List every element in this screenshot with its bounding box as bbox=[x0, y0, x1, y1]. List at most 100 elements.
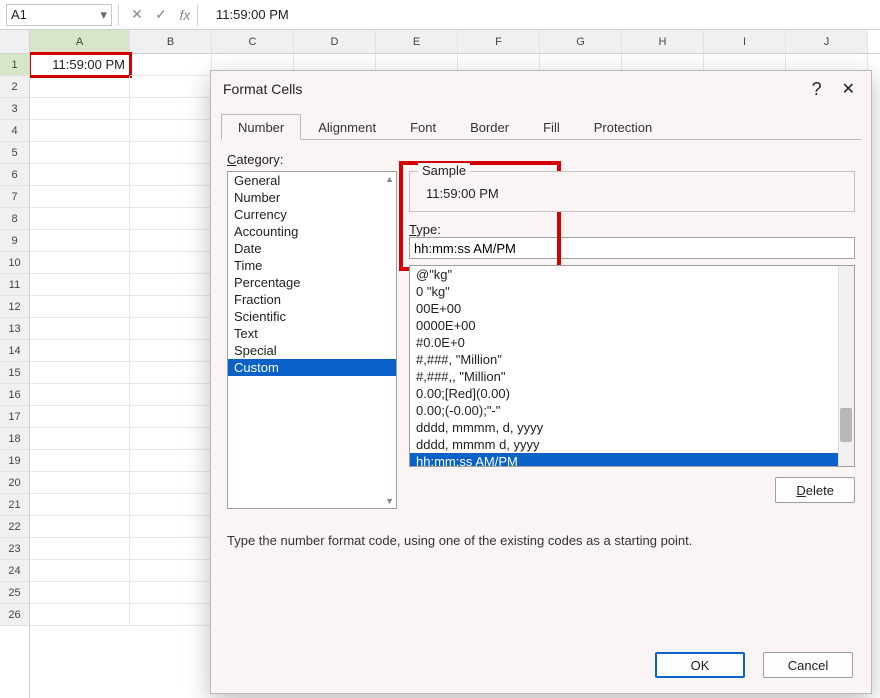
cell[interactable] bbox=[30, 340, 130, 362]
category-item[interactable]: Percentage bbox=[228, 274, 396, 291]
cell[interactable] bbox=[30, 98, 130, 120]
category-item[interactable]: Scientific bbox=[228, 308, 396, 325]
cell[interactable] bbox=[30, 362, 130, 384]
row-header[interactable]: 26 bbox=[0, 604, 29, 626]
cell[interactable] bbox=[30, 318, 130, 340]
tab-font[interactable]: Font bbox=[393, 114, 453, 140]
category-item[interactable]: Fraction bbox=[228, 291, 396, 308]
row-header[interactable]: 2 bbox=[0, 76, 29, 98]
cell[interactable] bbox=[30, 164, 130, 186]
column-header[interactable]: A bbox=[30, 30, 130, 53]
cancel-button[interactable]: Cancel bbox=[763, 652, 853, 678]
format-code-item[interactable]: 00E+00 bbox=[410, 300, 838, 317]
cell[interactable] bbox=[30, 494, 130, 516]
format-code-item[interactable]: hh:mm:ss AM/PM bbox=[410, 453, 838, 467]
format-code-item[interactable]: 0000E+00 bbox=[410, 317, 838, 334]
format-code-item[interactable]: 0.00;[Red](0.00) bbox=[410, 385, 838, 402]
row-header[interactable]: 24 bbox=[0, 560, 29, 582]
column-header[interactable]: H bbox=[622, 30, 704, 53]
column-header[interactable]: D bbox=[294, 30, 376, 53]
cell[interactable] bbox=[130, 362, 212, 384]
close-button[interactable]: ✕ bbox=[838, 75, 859, 103]
format-code-list[interactable]: @"kg"0 "kg"00E+000000E+00#0.0E+0#,###, "… bbox=[409, 265, 855, 467]
cell[interactable] bbox=[130, 494, 212, 516]
row-header[interactable]: 8 bbox=[0, 208, 29, 230]
cell[interactable] bbox=[130, 164, 212, 186]
scroll-down-icon[interactable]: ▼ bbox=[385, 496, 394, 506]
cell[interactable] bbox=[30, 274, 130, 296]
delete-button[interactable]: Delete bbox=[775, 477, 855, 503]
row-header[interactable]: 12 bbox=[0, 296, 29, 318]
tab-protection[interactable]: Protection bbox=[577, 114, 670, 140]
category-list[interactable]: ▲ ▼ GeneralNumberCurrencyAccountingDateT… bbox=[227, 171, 397, 509]
category-item[interactable]: Accounting bbox=[228, 223, 396, 240]
cell[interactable] bbox=[30, 516, 130, 538]
row-header[interactable]: 10 bbox=[0, 252, 29, 274]
cell[interactable] bbox=[30, 582, 130, 604]
cell[interactable] bbox=[130, 54, 212, 76]
cell[interactable] bbox=[130, 208, 212, 230]
cell[interactable] bbox=[30, 428, 130, 450]
cell[interactable] bbox=[130, 252, 212, 274]
column-header[interactable]: I bbox=[704, 30, 786, 53]
chevron-down-icon[interactable]: ▾ bbox=[100, 7, 107, 23]
formula-confirm-button[interactable]: ✓ bbox=[149, 3, 173, 27]
select-all-corner[interactable] bbox=[0, 30, 29, 54]
column-header[interactable]: J bbox=[786, 30, 868, 53]
tab-number[interactable]: Number bbox=[221, 114, 301, 140]
scroll-up-icon[interactable]: ▲ bbox=[385, 174, 394, 184]
cell[interactable] bbox=[130, 472, 212, 494]
cell[interactable] bbox=[130, 428, 212, 450]
format-code-item[interactable]: @"kg" bbox=[410, 266, 838, 283]
row-header[interactable]: 20 bbox=[0, 472, 29, 494]
cell[interactable] bbox=[30, 384, 130, 406]
column-header[interactable]: F bbox=[458, 30, 540, 53]
cell[interactable] bbox=[130, 274, 212, 296]
scrollbar-thumb[interactable] bbox=[840, 408, 852, 442]
cell[interactable] bbox=[130, 120, 212, 142]
format-code-item[interactable]: #0.0E+0 bbox=[410, 334, 838, 351]
formula-cancel-button[interactable]: ✕ bbox=[125, 3, 149, 27]
formula-input[interactable]: 11:59:00 PM bbox=[204, 7, 880, 22]
cell[interactable] bbox=[130, 604, 212, 626]
category-item[interactable]: Date bbox=[228, 240, 396, 257]
scrollbar[interactable] bbox=[838, 266, 854, 466]
row-header[interactable]: 15 bbox=[0, 362, 29, 384]
cell[interactable] bbox=[30, 538, 130, 560]
row-header[interactable]: 23 bbox=[0, 538, 29, 560]
category-item[interactable]: Currency bbox=[228, 206, 396, 223]
format-code-item[interactable]: 0.00;(-0.00);"-" bbox=[410, 402, 838, 419]
row-header[interactable]: 4 bbox=[0, 120, 29, 142]
row-header[interactable]: 1 bbox=[0, 54, 29, 76]
cell[interactable] bbox=[30, 296, 130, 318]
row-header[interactable]: 7 bbox=[0, 186, 29, 208]
cell[interactable] bbox=[30, 208, 130, 230]
cell[interactable] bbox=[30, 450, 130, 472]
column-header[interactable]: G bbox=[540, 30, 622, 53]
row-header[interactable]: 25 bbox=[0, 582, 29, 604]
cell[interactable] bbox=[30, 186, 130, 208]
tab-border[interactable]: Border bbox=[453, 114, 526, 140]
row-header[interactable]: 14 bbox=[0, 340, 29, 362]
row-header[interactable]: 16 bbox=[0, 384, 29, 406]
tab-alignment[interactable]: Alignment bbox=[301, 114, 393, 140]
row-header[interactable]: 21 bbox=[0, 494, 29, 516]
cell[interactable] bbox=[130, 560, 212, 582]
cell[interactable] bbox=[130, 230, 212, 252]
row-header[interactable]: 17 bbox=[0, 406, 29, 428]
row-header[interactable]: 5 bbox=[0, 142, 29, 164]
cell[interactable] bbox=[130, 538, 212, 560]
cell[interactable] bbox=[130, 296, 212, 318]
row-header[interactable]: 11 bbox=[0, 274, 29, 296]
format-code-item[interactable]: dddd, mmmm d, yyyy bbox=[410, 436, 838, 453]
format-code-item[interactable]: dddd, mmmm, d, yyyy bbox=[410, 419, 838, 436]
cell[interactable] bbox=[30, 76, 130, 98]
cell[interactable] bbox=[130, 406, 212, 428]
category-item[interactable]: Time bbox=[228, 257, 396, 274]
cell[interactable] bbox=[30, 406, 130, 428]
cell[interactable] bbox=[30, 142, 130, 164]
name-box[interactable]: A1 ▾ bbox=[6, 4, 112, 26]
cell[interactable] bbox=[130, 450, 212, 472]
column-header[interactable]: B bbox=[130, 30, 212, 53]
cell[interactable] bbox=[30, 604, 130, 626]
